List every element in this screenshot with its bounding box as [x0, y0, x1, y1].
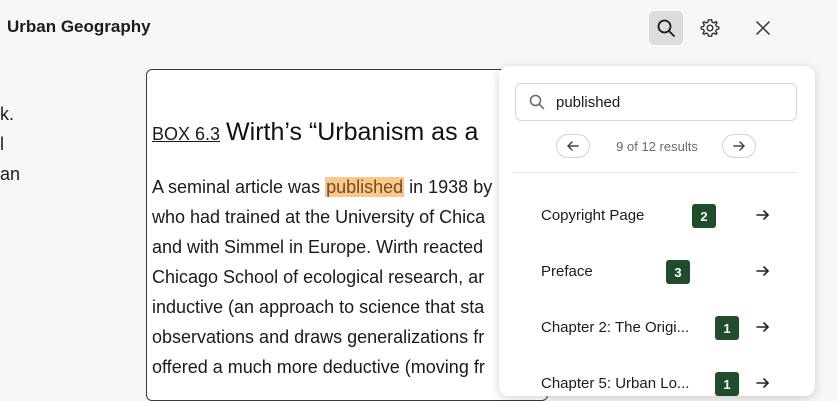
arrow-right-icon — [733, 141, 745, 151]
arrow-left-icon — [567, 141, 579, 151]
search-icon — [657, 19, 675, 37]
next-result-button[interactable] — [722, 134, 756, 158]
result-label: Chapter 5: Urban Lo... — [541, 375, 690, 392]
text-line: Chicago School of ecological research, a… — [152, 267, 485, 287]
settings-button[interactable] — [693, 11, 727, 45]
box-heading: BOX 6.3 Wirth’s “Urbanism as a — [152, 118, 478, 147]
fragment-line: l — [0, 134, 4, 154]
close-icon — [756, 21, 770, 35]
box-title: Wirth’s “Urbanism as a — [226, 118, 479, 146]
search-box[interactable] — [515, 83, 797, 121]
body-text: A seminal article was published in 1938 … — [152, 172, 492, 382]
fragment-line: an — [0, 164, 21, 184]
text-line: who had trained at the University of Chi… — [152, 207, 486, 227]
fragment-line: k. — [0, 104, 15, 124]
text-segment: in 1938 by — [404, 177, 493, 197]
gear-icon — [700, 19, 720, 37]
result-count-badge: 1 — [715, 372, 739, 396]
result-count-badge: 2 — [692, 204, 716, 228]
text-line: inductive (an approach to science that s… — [152, 297, 485, 317]
search-highlight[interactable]: published — [325, 177, 405, 197]
search-panel: 9 of 12 results Copyright Page 2 Preface… — [499, 66, 815, 396]
arrow-right-icon — [756, 266, 769, 276]
result-count-badge: 1 — [715, 316, 739, 340]
result-item[interactable]: Preface 3 — [499, 247, 815, 297]
result-label: Copyright Page — [541, 207, 645, 224]
text-line: A seminal article was published in 1938 … — [152, 172, 492, 202]
close-button[interactable] — [746, 11, 780, 45]
text-line: and with Simmel in Europe. Wirth reacted — [152, 237, 484, 257]
book-title: Urban Geography — [7, 17, 151, 36]
search-input[interactable] — [556, 90, 786, 114]
result-item[interactable]: Chapter 2: The Origi... 1 — [499, 303, 815, 353]
text-line: offered a much more deductive (moving fr — [152, 357, 485, 377]
arrow-right-icon — [756, 378, 769, 388]
result-count-badge: 3 — [666, 260, 690, 284]
result-label: Chapter 2: The Origi... — [541, 319, 690, 336]
arrow-right-icon — [756, 210, 769, 220]
text-line: observations and draws generalizations f… — [152, 327, 485, 347]
result-count: 9 of 12 results — [616, 139, 698, 154]
text-segment: A seminal article was — [152, 177, 326, 197]
result-item[interactable]: Chapter 5: Urban Lo... 1 — [499, 359, 815, 396]
arrow-right-icon — [756, 322, 769, 332]
search-toggle-button[interactable] — [649, 11, 683, 45]
search-icon — [529, 94, 545, 110]
result-item[interactable]: Copyright Page 2 — [499, 191, 815, 241]
divider — [513, 172, 797, 173]
reader-page: BOX 6.3 Wirth’s “Urbanism as a A seminal … — [146, 69, 548, 401]
previous-result-button[interactable] — [556, 134, 590, 158]
result-label: Preface — [541, 263, 593, 280]
previous-page-fragment: k. l an — [0, 99, 20, 189]
box-label: BOX 6.3 — [152, 124, 221, 144]
